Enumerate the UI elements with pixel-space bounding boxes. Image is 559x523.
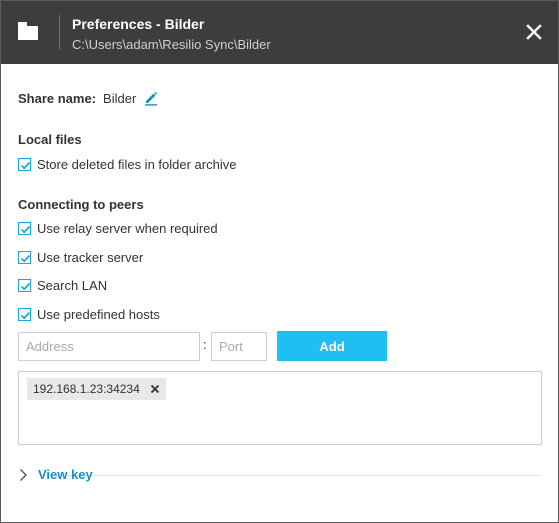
predefined-hosts-list: 192.168.1.23:34234 [18,371,542,445]
use-tracker-server-checkbox[interactable]: Use tracker server [18,250,143,265]
folder-icon [18,22,38,40]
checkbox-checked[interactable] [18,158,31,171]
use-predefined-hosts-checkbox[interactable]: Use predefined hosts [18,307,160,322]
host-chip-label: 192.168.1.23:34234 [33,382,140,396]
share-name-row: Share name: Bilder [18,91,136,106]
address-port-separator: : [203,337,207,352]
store-deleted-files-checkbox[interactable]: Store deleted files in folder archive [18,157,236,172]
check-icon [20,225,31,234]
checkbox-checked[interactable] [18,222,31,235]
checkbox-label: Use relay server when required [37,221,218,236]
folder-path: C:\Users\adam\Resilio Sync\Bilder [72,37,271,52]
title-separator [59,15,60,50]
preferences-window: Preferences - Bilder C:\Users\adam\Resil… [0,0,559,523]
connecting-to-peers-heading: Connecting to peers [18,197,144,212]
check-icon [20,282,31,291]
check-icon [20,311,31,320]
share-name-value: Bilder [103,91,137,106]
local-files-heading: Local files [18,132,82,147]
search-lan-checkbox[interactable]: Search LAN [18,278,107,293]
address-input[interactable] [18,332,200,361]
check-icon [20,161,31,170]
share-name-label: Share name: [18,91,97,106]
checkbox-checked[interactable] [18,251,31,264]
title-bar: Preferences - Bilder C:\Users\adam\Resil… [1,1,558,64]
checkbox-checked[interactable] [18,279,31,292]
port-input[interactable] [211,332,267,361]
window-title: Preferences - Bilder [72,16,205,32]
edit-pencil-icon[interactable] [143,90,159,106]
close-icon[interactable] [523,21,545,43]
view-key-label: View key [38,467,93,482]
remove-host-icon[interactable] [150,384,160,394]
checkbox-label: Use predefined hosts [37,307,160,322]
section-divider [39,475,542,476]
view-key-toggle[interactable]: View key [18,467,93,482]
use-relay-server-checkbox[interactable]: Use relay server when required [18,221,218,236]
add-host-button[interactable]: Add [277,331,387,361]
check-icon [20,254,31,263]
checkbox-label: Store deleted files in folder archive [37,157,237,172]
checkbox-label: Use tracker server [37,250,144,265]
host-chip: 192.168.1.23:34234 [27,378,166,400]
chevron-right-icon [20,468,27,481]
checkbox-checked[interactable] [18,308,31,321]
checkbox-label: Search LAN [37,278,108,293]
